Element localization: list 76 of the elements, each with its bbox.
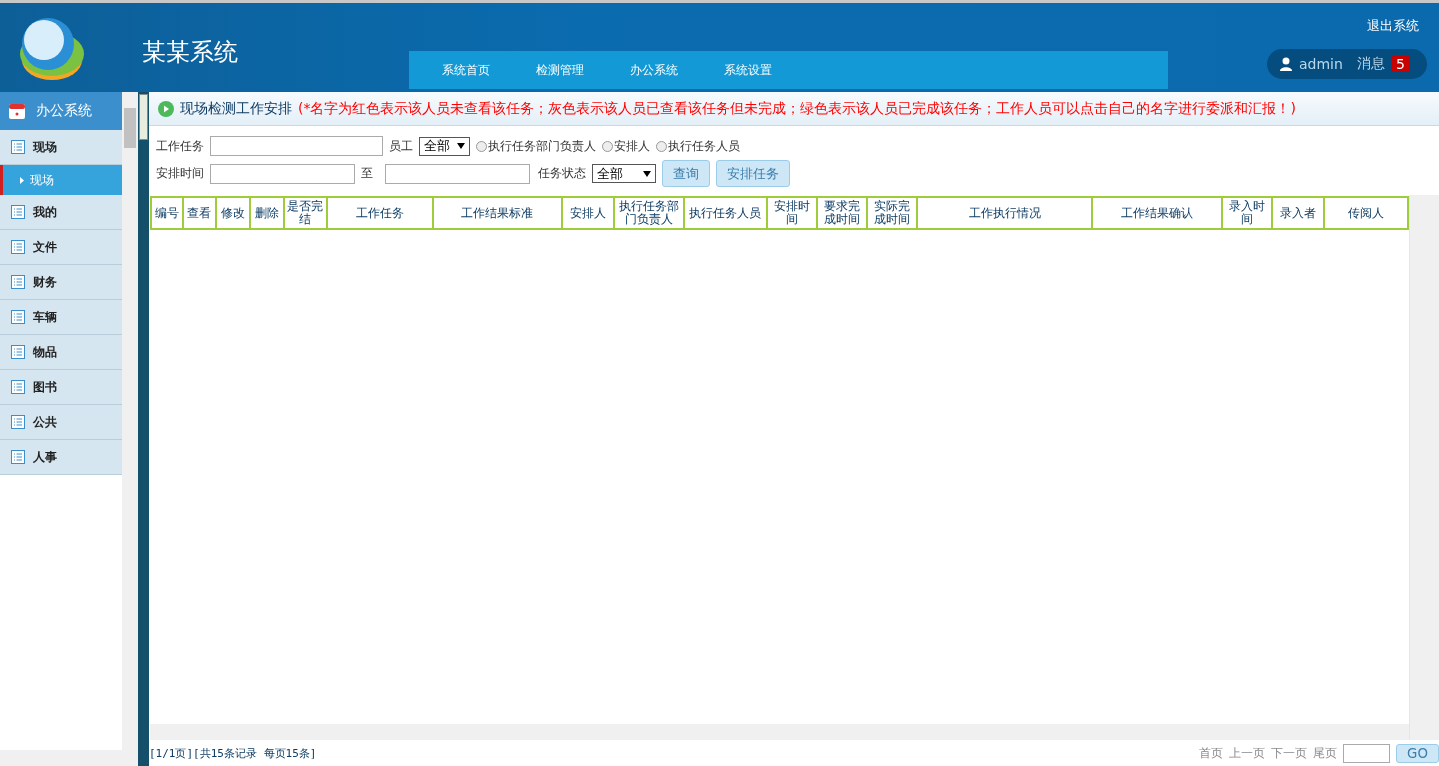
column-header: 执行任务部门负责人 [613, 197, 684, 229]
column-header: 是否完结 [283, 197, 327, 229]
scrollbar[interactable] [1409, 195, 1439, 740]
scrollbar[interactable] [122, 92, 138, 766]
column-header: 工作任务 [326, 197, 433, 229]
field-label: 任务状态 [538, 165, 586, 182]
system-title: 某某系统 [142, 36, 238, 68]
dropdown-arrow-icon [457, 143, 465, 149]
column-header: 执行任务人员 [683, 197, 768, 229]
menu-group[interactable]: 我的 [0, 195, 122, 230]
pagination-link[interactable]: 上一页 [1229, 744, 1265, 762]
field-label: 安排时间 [156, 165, 204, 182]
scrollbar[interactable] [150, 724, 1410, 740]
assign-button[interactable]: 安排任务 [716, 160, 790, 187]
sidebar-title: 办公系统 [36, 102, 92, 120]
column-header: 安排人 [561, 197, 614, 229]
splitter-handle[interactable] [139, 94, 148, 140]
column-header: 删除 [249, 197, 284, 229]
search-button[interactable]: 查询 [662, 160, 710, 187]
column-header: 要求完成时间 [817, 197, 868, 229]
pagination-link[interactable]: 首页 [1199, 744, 1223, 762]
input-field[interactable] [210, 136, 383, 156]
column-header: 实际完成时间 [867, 197, 918, 229]
column-header: 查看 [182, 197, 216, 229]
messages-link[interactable]: 消息 [1356, 55, 1385, 73]
column-header: 安排时间 [767, 197, 818, 229]
input-field[interactable] [385, 163, 530, 184]
list-icon [11, 275, 25, 289]
caret-icon [20, 176, 24, 184]
message-count: 5 [1390, 56, 1410, 72]
menu-group[interactable]: 现场 [0, 130, 122, 165]
column-header: 录入时间 [1222, 197, 1272, 229]
list-icon [11, 140, 25, 154]
field-label: 工作任务 [156, 137, 204, 155]
play-icon [158, 100, 174, 117]
column-header: 工作结果确认 [1092, 197, 1222, 229]
role-radio[interactable]: 执行任务人员 [656, 137, 740, 155]
column-header: 编号 [151, 197, 183, 229]
menu-group[interactable]: 物品 [0, 335, 122, 370]
role-radio[interactable]: 执行任务部门负责人 [476, 137, 596, 155]
user-name: admin [1299, 56, 1343, 72]
logout-link[interactable]: 退出系统 [1367, 17, 1419, 35]
menu-group[interactable]: 文件 [0, 230, 122, 265]
list-icon [11, 240, 25, 254]
menu-group[interactable]: 图书 [0, 370, 122, 405]
page-title: 现场检测工作安排 [180, 99, 292, 118]
list-icon [11, 415, 25, 429]
status-select[interactable]: 全部 [592, 164, 656, 183]
calendar-icon [8, 102, 26, 120]
list-icon [11, 205, 25, 219]
column-header: 修改 [215, 197, 250, 229]
dropdown-arrow-icon [643, 170, 651, 177]
page-input[interactable] [1343, 743, 1390, 763]
list-icon [11, 450, 25, 464]
list-icon [11, 310, 25, 324]
column-header: 工作结果标准 [432, 197, 562, 229]
menu-group[interactable]: 人事 [0, 440, 122, 475]
column-header: 工作执行情况 [917, 197, 1093, 229]
field-label: 至 [361, 165, 373, 182]
go-button[interactable]: GO [1396, 743, 1439, 763]
user-icon [1279, 57, 1293, 71]
pagination-link[interactable]: 尾页 [1313, 744, 1337, 762]
list-icon [11, 380, 25, 394]
employee-select[interactable]: 全部 [419, 136, 470, 156]
field-label: 员工 [389, 137, 413, 155]
column-header: 录入者 [1271, 197, 1324, 229]
input-field[interactable] [210, 163, 355, 184]
menu-group[interactable]: 财务 [0, 265, 122, 300]
page-summary: [1/1页][共15条记录 每页15条] [149, 745, 317, 761]
pagination-link[interactable]: 下一页 [1271, 744, 1307, 762]
menu-group[interactable]: 公共 [0, 405, 122, 440]
role-radio[interactable]: 安排人 [602, 137, 650, 155]
notice-text: (*名字为红色表示该人员未查看该任务；灰色表示该人员已查看该任务但未完成；绿色表示该人员已完成该任务；工作人员可以点击自己的名字进行委派和汇报！) [298, 99, 1296, 118]
column-header: 传阅人 [1323, 197, 1408, 229]
list-icon [11, 345, 25, 359]
menu-group[interactable]: 车辆 [0, 300, 122, 335]
